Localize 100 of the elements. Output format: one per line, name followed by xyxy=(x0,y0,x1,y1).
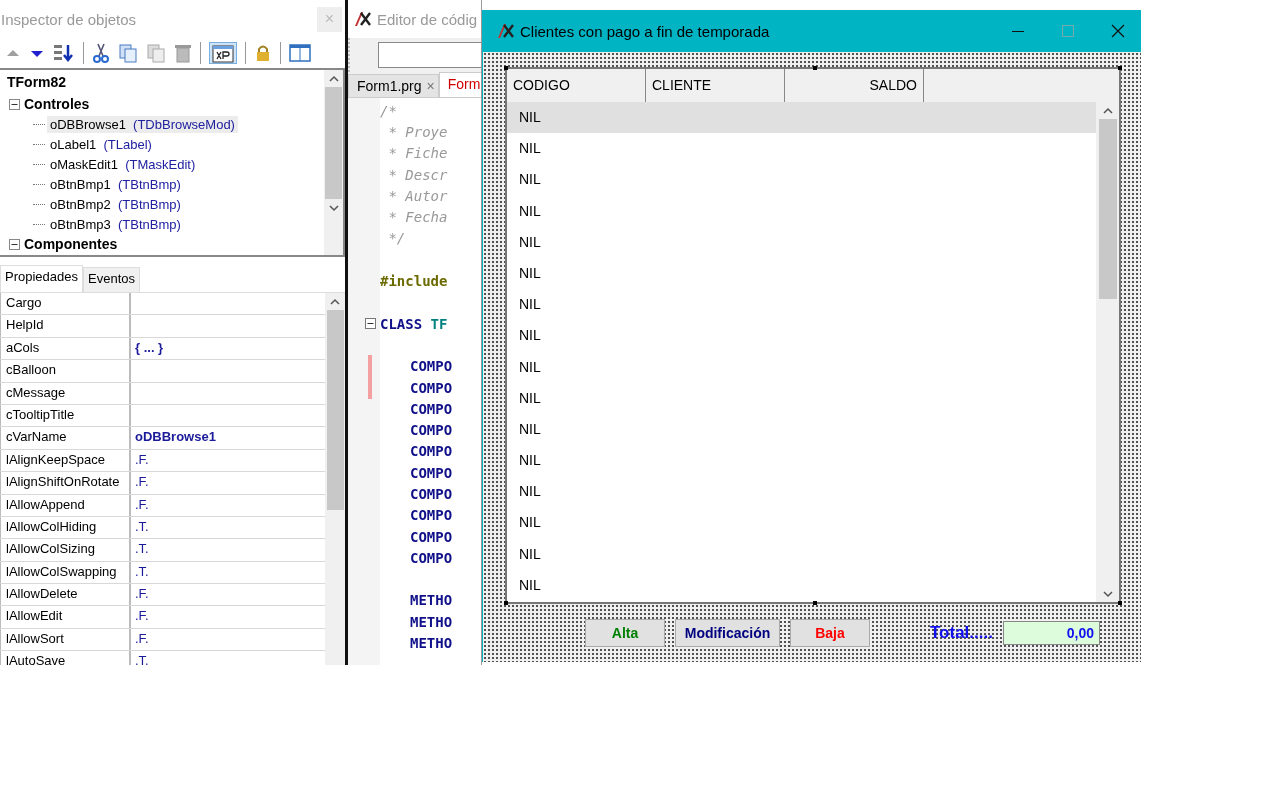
property-name: lAllowSort xyxy=(0,628,131,651)
table-row[interactable]: NIL xyxy=(507,289,1096,321)
window-title: Inspector de objetos xyxy=(1,10,137,28)
property-value[interactable]: .T. xyxy=(131,516,153,539)
tab[interactable]: Eventos xyxy=(83,267,140,292)
table-row[interactable]: NIL xyxy=(507,133,1096,165)
scrollbar[interactable] xyxy=(324,70,343,255)
app-logo-icon xyxy=(496,22,516,40)
code-keyword: COMPO xyxy=(410,528,453,545)
code-keyword: COMPO xyxy=(410,549,453,566)
search-field[interactable] xyxy=(378,42,481,68)
code-comment: * Proye xyxy=(387,123,448,140)
table-row[interactable]: NIL xyxy=(507,257,1096,290)
property-value[interactable]: .F. xyxy=(131,449,153,472)
scissors-icon[interactable] xyxy=(92,43,110,63)
tree-item[interactable]: Controles xyxy=(24,96,90,112)
code-comment: */ xyxy=(387,230,406,247)
property-value[interactable]: .F. xyxy=(131,584,153,606)
tree-item[interactable]: oBtnBmp2 (TBtnBmp) xyxy=(47,195,184,213)
property-name: lAllowEdit xyxy=(0,606,131,628)
total-label: Total..... xyxy=(930,623,993,643)
property-name: lAllowDelete xyxy=(0,584,131,606)
code-identifier: TF xyxy=(430,315,448,332)
property-name: lAllowColHiding xyxy=(0,516,131,539)
code-keyword: COMPO xyxy=(410,422,453,439)
tree-item[interactable]: oMaskEdit1 (TMaskEdit) xyxy=(47,155,199,173)
code-line: #include xyxy=(380,273,448,289)
table-row[interactable]: NIL xyxy=(507,382,1096,414)
trash-icon[interactable] xyxy=(174,43,192,63)
action-button[interactable]: Modificación xyxy=(675,619,780,647)
code-keyword: METHO xyxy=(410,613,453,630)
property-name: lAlignKeepSpace xyxy=(0,449,131,472)
code-comment: /* xyxy=(380,102,397,119)
scrollbar[interactable] xyxy=(1096,102,1119,602)
tree-item[interactable]: oBtnBmp1 (TBtnBmp) xyxy=(47,175,184,193)
table-row[interactable]: NIL xyxy=(507,320,1096,352)
code-keyword: METHO xyxy=(410,635,453,652)
code-keyword: COMPO xyxy=(410,358,453,375)
tab[interactable]: Form1.prg × xyxy=(348,74,439,98)
property-name: lAlignShiftOnRotate xyxy=(0,472,131,494)
table-row[interactable]: NIL xyxy=(507,538,1096,570)
tree-item[interactable]: oDBBrowse1 (TDbBrowseMod) xyxy=(47,115,238,133)
table-row[interactable]: NIL xyxy=(507,413,1096,446)
code-keyword: COMPO xyxy=(410,507,453,524)
property-name: lAllowAppend xyxy=(0,494,131,516)
code-keyword: METHO xyxy=(410,592,453,609)
code-comment: * Autor xyxy=(387,187,448,204)
property-value[interactable]: .F. xyxy=(131,628,153,651)
property-value[interactable]: .F. xyxy=(131,606,153,628)
window-layout-icon[interactable] xyxy=(289,44,311,62)
tab[interactable]: Form xyxy=(438,72,481,98)
property-name: aCols xyxy=(0,337,131,360)
table-row[interactable]: NIL xyxy=(507,195,1096,227)
code-comment: * Fecha xyxy=(387,209,448,226)
table-row[interactable]: NIL xyxy=(507,164,1096,196)
table-row[interactable]: NIL xyxy=(507,507,1096,539)
padlock-icon[interactable] xyxy=(254,43,272,63)
property-value[interactable]: .T. xyxy=(131,561,153,584)
property-value[interactable]: .F. xyxy=(131,472,153,494)
code-keyword: COMPO xyxy=(410,464,453,481)
property-name: Cargo xyxy=(0,293,131,315)
collapse-icon[interactable] xyxy=(9,98,20,110)
action-button[interactable]: Alta xyxy=(585,619,665,647)
selected-row[interactable]: NIL xyxy=(507,102,1096,134)
copy-icon[interactable] xyxy=(118,43,138,63)
code-comment: * Descr xyxy=(387,166,448,183)
property-name: lAutoSave xyxy=(0,651,131,665)
property-value[interactable]: .T. xyxy=(131,539,153,561)
xp-style-button[interactable] xyxy=(209,42,237,64)
tab[interactable]: Propiedades xyxy=(0,265,83,292)
property-value[interactable]: .F. xyxy=(131,494,153,516)
property-name: cVarName xyxy=(0,427,131,449)
total-field[interactable]: 0,00 xyxy=(1002,621,1100,645)
property-value[interactable]: oDBBrowse1 xyxy=(131,427,220,449)
collapse-icon[interactable] xyxy=(9,238,20,250)
fold-icon[interactable] xyxy=(365,318,376,330)
tree-item[interactable]: Componentes xyxy=(24,236,118,252)
code-comment: * Fiche xyxy=(387,145,448,162)
tree-item[interactable]: oBtnBmp3 (TBtnBmp) xyxy=(47,215,184,233)
table-row[interactable]: NIL xyxy=(507,226,1096,258)
tree-item[interactable]: TForm82 xyxy=(7,74,324,94)
scrollbar[interactable] xyxy=(325,293,345,665)
table-row[interactable]: NIL xyxy=(507,569,1096,601)
code-keyword: COMPO xyxy=(410,443,453,460)
property-value[interactable]: .T. xyxy=(131,651,153,665)
table-row[interactable]: NIL xyxy=(507,351,1096,383)
table-row[interactable]: NIL xyxy=(507,445,1096,477)
code-keyword: COMPO xyxy=(410,486,453,502)
code-keyword: COMPO xyxy=(410,400,453,417)
property-name: cBalloon xyxy=(0,360,131,382)
property-name: cTooltipTitle xyxy=(0,404,131,427)
property-name: cMessage xyxy=(0,382,131,404)
window-title: Editor de códig xyxy=(377,10,478,28)
tree-item[interactable]: oLabel1 (TLabel) xyxy=(47,135,155,153)
sort-icon[interactable] xyxy=(53,43,75,63)
property-name: lAllowColSwapping xyxy=(0,561,131,584)
code-keyword: COMPO xyxy=(410,379,453,396)
table-row[interactable]: NIL xyxy=(507,476,1096,508)
property-value[interactable]: { ... } xyxy=(131,337,168,360)
property-name: HelpId xyxy=(0,315,131,337)
